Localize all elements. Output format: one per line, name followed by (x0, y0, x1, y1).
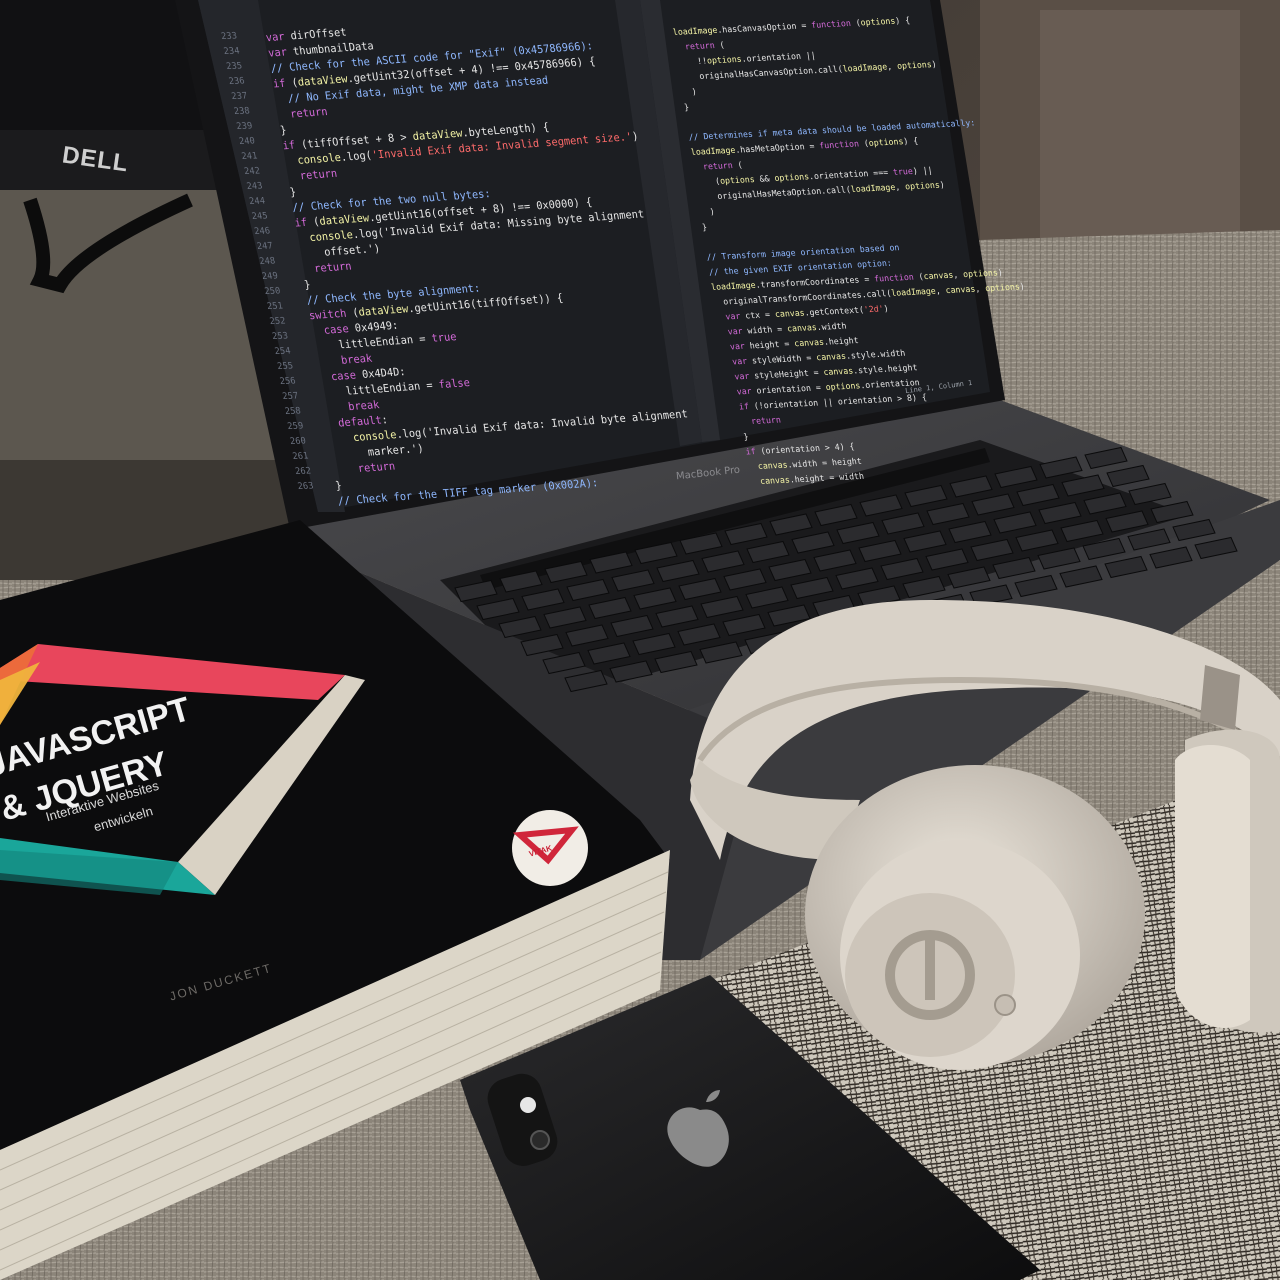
editor-left-code: var dirOffset var thumbnailData// Check f… (260, 0, 689, 508)
code-lines-left: var dirOffset var thumbnailData// Check f… (265, 5, 689, 508)
line-number: 242 (243, 166, 261, 177)
line-number: 236 (228, 76, 246, 87)
line-number: 239 (235, 121, 254, 132)
line-number: 238 (233, 106, 251, 117)
line-number: 262 (294, 466, 312, 477)
line-number: 241 (240, 151, 259, 162)
line-number: 260 (289, 436, 307, 447)
editor-right-code: loadImage.hasCanvasOption = function (op… (668, 0, 1025, 486)
photo-scene: DELL 233 234 235 236 237 238 239 240 241 242 243 24… (0, 0, 1280, 1280)
line-number: 250 (263, 286, 282, 297)
line-number: 249 (261, 271, 279, 282)
line-number: 237 (230, 91, 249, 102)
line-number: 246 (253, 226, 272, 237)
line-number: 252 (268, 316, 287, 327)
line-number: 258 (284, 406, 302, 417)
line-number: 261 (291, 451, 310, 462)
line-number: 251 (266, 301, 284, 312)
line-number: 256 (279, 376, 297, 387)
code-lines-right: loadImage.hasCanvasOption = function (op… (672, 10, 1025, 486)
line-number: 257 (281, 391, 300, 402)
line-number: 259 (286, 421, 305, 432)
line-number: 233 (220, 31, 238, 42)
line-number: 243 (245, 181, 264, 192)
line-number: 240 (238, 136, 256, 147)
line-number: 254 (273, 346, 292, 357)
line-number: 244 (248, 196, 266, 207)
line-number: 263 (296, 481, 315, 492)
line-number: 248 (258, 256, 277, 267)
line-number: 245 (251, 211, 269, 222)
line-number: 235 (225, 61, 244, 72)
line-number: 234 (222, 46, 241, 57)
right-code-line: loadImage.hasCanvasOption = function (op… (672, 14, 911, 37)
line-number: 253 (271, 331, 289, 342)
line-number: 247 (256, 241, 274, 252)
line-number: 255 (276, 361, 295, 372)
